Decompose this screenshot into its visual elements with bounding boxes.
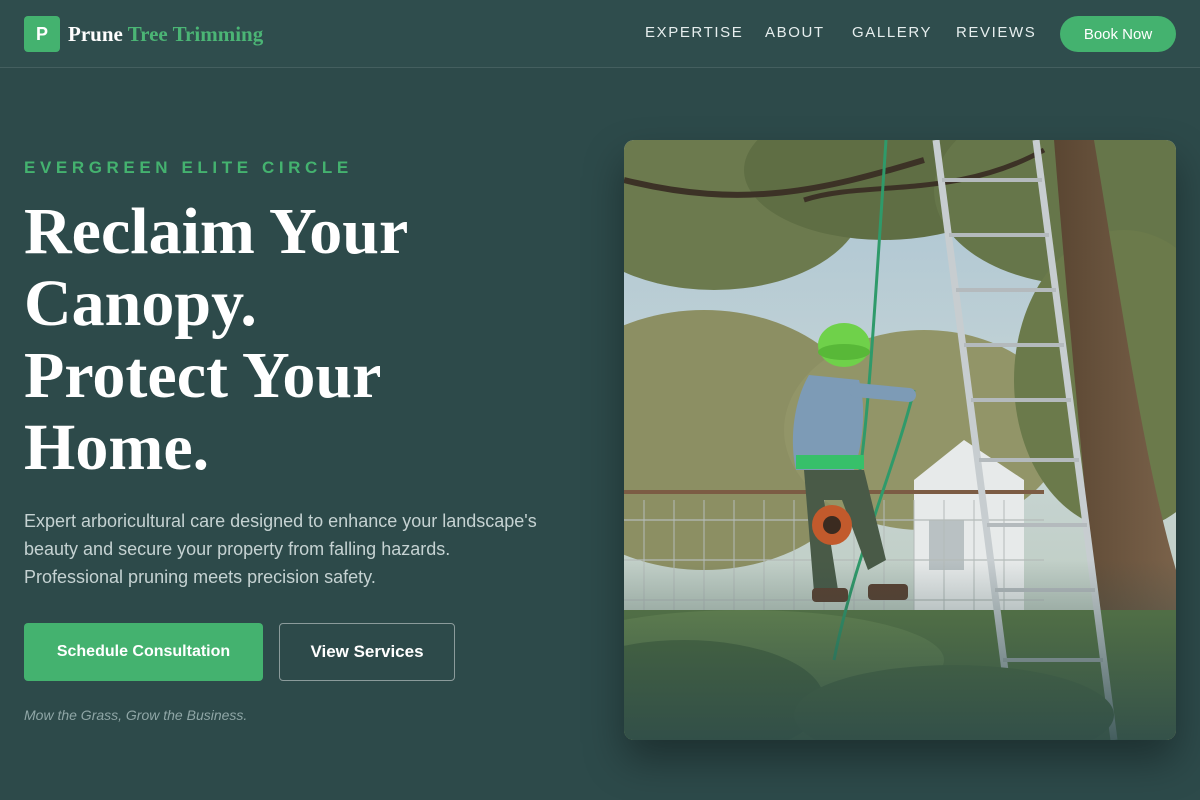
brand-name-primary: Prune (68, 21, 123, 46)
brand-logo[interactable]: P Prune Tree Trimming (24, 16, 263, 52)
headline-line: Reclaim Your (24, 195, 409, 268)
nav-link-gallery[interactable]: GALLERY (852, 24, 932, 41)
brand-name-accent: Tree Trimming (127, 21, 264, 46)
headline-line: Home. (24, 411, 210, 484)
brand-name: Prune Tree Trimming (68, 22, 263, 47)
site-header: P Prune Tree Trimming EXPERTISE ABOUT GA… (0, 0, 1200, 68)
arborist-climbing-tree-photo (624, 140, 1176, 740)
schedule-consultation-button[interactable]: Schedule Consultation (24, 623, 263, 681)
nav-link-reviews[interactable]: REVIEWS (956, 24, 1036, 41)
nav-link-about[interactable]: ABOUT (765, 24, 825, 41)
nav-link-expertise[interactable]: EXPERTISE (645, 24, 743, 41)
hero-subheadline: Expert arboricultural care designed to e… (24, 511, 537, 587)
headline-line: Canopy. (24, 267, 257, 340)
hero-image (624, 140, 1176, 740)
book-now-button[interactable]: Book Now (1060, 16, 1176, 52)
view-services-button[interactable]: View Services (279, 623, 455, 681)
hero-headline: Reclaim Your Canopy. Protect Your Home. (24, 196, 584, 484)
hero-eyebrow: EVERGREEN ELITE CIRCLE (24, 158, 353, 177)
logo-mark: P (24, 16, 60, 52)
hero-tagline: Mow the Grass, Grow the Business. (24, 707, 248, 723)
headline-line: Protect Your (24, 339, 382, 412)
